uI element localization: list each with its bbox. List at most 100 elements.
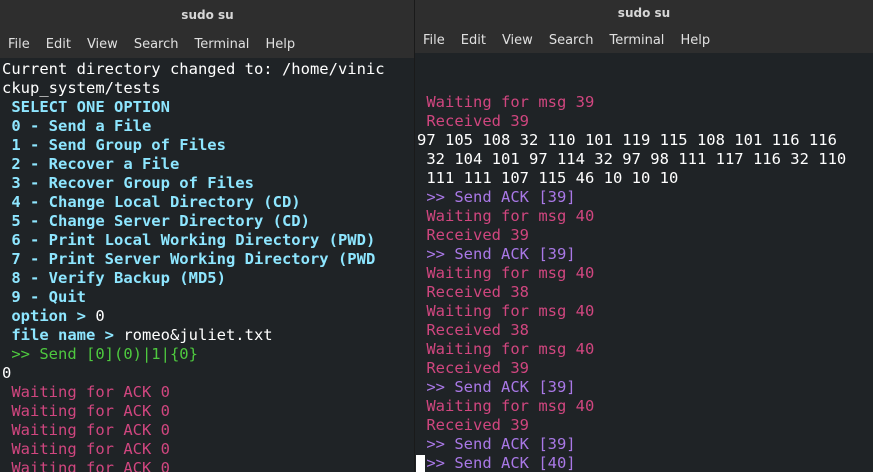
terminal-line: Current directory changed to: /home/vini… [2,60,415,79]
terminal-output[interactable]: Waiting for msg 39 Received 39 97 105 108… [415,53,873,472]
terminal-line: Received 39 [417,416,873,435]
left-terminal-window[interactable]: sudo su File Edit View Search Terminal H… [0,0,416,472]
terminal-line-text: 32 104 101 97 114 32 97 98 111 117 116 3… [417,150,847,168]
menu-edit[interactable]: Edit [461,33,486,48]
prompt-input-value: 0 [95,307,105,325]
terminal-line-text: 6 - Print Local Working Directory (PWD) [2,231,376,249]
terminal-line: >> Send ACK [39] [417,188,873,207]
terminal-line-text: 4 - Change Local Directory (CD) [2,193,301,211]
terminal-line: >> Send ACK [40] [417,454,873,472]
terminal-line: Waiting for ACK 0 [2,459,415,472]
terminal-line-text: >> Send ACK [39] [417,188,576,206]
menu-bar: File Edit View Search Terminal Help [0,30,415,58]
menu-file[interactable]: File [423,33,445,48]
text-cursor [416,455,425,472]
terminal-line: 97 105 108 32 110 101 119 115 108 101 11… [417,131,873,150]
terminal-line-text: Received 38 [417,283,529,301]
terminal-line: Received 39 [417,359,873,378]
terminal-line-text: Waiting for msg 40 [417,207,595,225]
terminal-line-text: Waiting for ACK 0 [2,459,170,472]
menu-file[interactable]: File [8,37,30,52]
terminal-line-text: ckup_system/tests [2,79,161,97]
terminal-line: Waiting for msg 40 [417,340,873,359]
terminal-line: >> Send ACK [39] [417,245,873,264]
terminal-line-text: >> Send ACK [40] [417,454,576,472]
terminal-line: Waiting for msg 40 [417,264,873,283]
terminal-line: 0 [2,364,415,383]
terminal-line-text: 2 - Recover a File [2,155,180,173]
terminal-line: 32 104 101 97 114 32 97 98 111 117 116 3… [417,150,873,169]
menu-view[interactable]: View [87,37,118,52]
terminal-line-text: Received 39 [417,112,529,130]
terminal-line: SELECT ONE OPTION [2,98,415,117]
prompt-label: file name > [2,326,124,344]
right-terminal-window[interactable]: sudo su File Edit View Search Terminal H… [414,0,873,472]
terminal-line: Waiting for ACK 0 [2,440,415,459]
terminal-line-text: Waiting for msg 40 [417,397,595,415]
terminal-line: 1 - Send Group of Files [2,136,415,155]
terminal-line-text: Waiting for msg 40 [417,302,595,320]
terminal-line: Waiting for ACK 0 [2,402,415,421]
menu-search[interactable]: Search [549,33,594,48]
terminal-line-text: 97 105 108 32 110 101 119 115 108 101 11… [417,131,837,149]
terminal-line-text: SELECT ONE OPTION [2,98,170,116]
terminal-line-text: Waiting for ACK 0 [2,440,170,458]
terminal-line: 3 - Recover Group of Files [2,174,415,193]
terminal-line-text: Waiting for msg 40 [417,340,595,358]
terminal-line: Waiting for ACK 0 [2,421,415,440]
terminal-line-text: Received 39 [417,226,529,244]
terminal-line-text: >> Send ACK [39] [417,245,576,263]
terminal-line-text: 5 - Change Server Directory (CD) [2,212,310,230]
terminal-line: 2 - Recover a File [2,155,415,174]
window-title: sudo su [0,0,415,30]
terminal-line: Waiting for msg 40 [417,302,873,321]
terminal-line-text: Waiting for ACK 0 [2,402,170,420]
terminal-line: Received 38 [417,283,873,302]
terminal-line-text: 8 - Verify Backup (MD5) [2,269,226,287]
menu-terminal[interactable]: Terminal [194,37,249,52]
terminal-line: Waiting for ACK 0 [2,383,415,402]
terminal-line: 111 111 107 115 46 10 10 10 [417,169,873,188]
terminal-line: >> Send [0](0)|1|{0} [2,345,415,364]
terminal-line: option > 0 [2,307,415,326]
terminal-line-text: >> Send ACK [39] [417,435,576,453]
menu-terminal[interactable]: Terminal [609,33,664,48]
terminal-line-text: Waiting for ACK 0 [2,421,170,439]
terminal-line-text: 1 - Send Group of Files [2,136,226,154]
terminal-line-text: 7 - Print Server Working Directory (PWD [2,250,376,268]
terminal-line-text: Current directory changed to: /home/vini… [2,60,385,78]
terminal-line: 8 - Verify Backup (MD5) [2,269,415,288]
terminal-line: Received 39 [417,226,873,245]
terminal-line-text: Received 38 [417,321,529,339]
menu-search[interactable]: Search [134,37,179,52]
terminal-line: Waiting for msg 40 [417,207,873,226]
terminal-line-text: 9 - Quit [2,288,86,306]
terminal-line-text: Received 39 [417,416,529,434]
terminal-line: 9 - Quit [2,288,415,307]
terminal-line-text: 111 111 107 115 46 10 10 10 [417,169,679,187]
terminal-line: >> Send ACK [39] [417,378,873,397]
terminal-output[interactable]: Current directory changed to: /home/vini… [0,58,415,472]
menu-help[interactable]: Help [680,33,710,48]
terminal-line-text: 3 - Recover Group of Files [2,174,254,192]
terminal-line: 4 - Change Local Directory (CD) [2,193,415,212]
terminal-line: Waiting for msg 40 [417,397,873,416]
window-title: sudo su [415,0,873,27]
terminal-line: Received 38 [417,321,873,340]
terminal-line: 7 - Print Server Working Directory (PWD [2,250,415,269]
terminal-line: >> Send ACK [39] [417,435,873,454]
menu-help[interactable]: Help [265,37,295,52]
prompt-input-value: romeo&juliet.txt [123,326,273,344]
terminal-line-text: >> Send ACK [39] [417,378,576,396]
terminal-line: 6 - Print Local Working Directory (PWD) [2,231,415,250]
terminal-line-text: 0 - Send a File [2,117,152,135]
terminal-line: ckup_system/tests [2,79,415,98]
menu-bar: File Edit View Search Terminal Help [415,27,873,53]
terminal-line-text: 0 [2,364,12,382]
terminal-line-text: >> Send [0](0)|1|{0} [2,345,198,363]
terminal-line: 0 - Send a File [2,117,415,136]
menu-edit[interactable]: Edit [46,37,71,52]
menu-view[interactable]: View [502,33,533,48]
terminal-line-text: Received 39 [417,359,529,377]
terminal-line-text: Waiting for msg 40 [417,264,595,282]
